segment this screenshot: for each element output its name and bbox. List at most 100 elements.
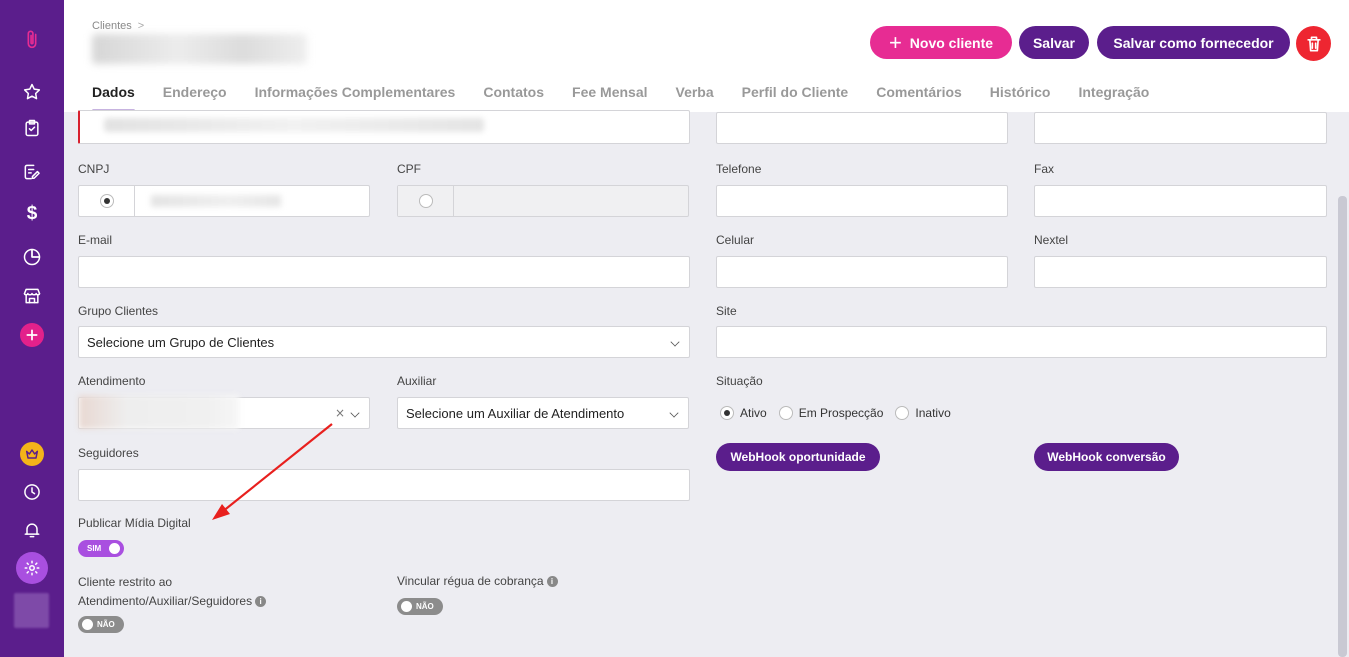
name-input[interactable]: [78, 110, 690, 144]
tab-fee-mensal[interactable]: Fee Mensal: [572, 84, 647, 112]
edit-note-icon[interactable]: [20, 160, 44, 184]
publicar-midia-toggle[interactable]: SIM: [78, 540, 124, 557]
avatar[interactable]: [14, 593, 49, 628]
cliente-restrito-label: Cliente restrito ao Atendimento/Auxiliar…: [78, 573, 267, 611]
new-client-label: Novo cliente: [909, 34, 994, 51]
toggle-knob: [109, 543, 120, 554]
redacted-value: [151, 195, 281, 207]
delete-button[interactable]: [1296, 26, 1331, 61]
seguidores-input[interactable]: [78, 469, 690, 501]
toggle-knob: [82, 619, 93, 630]
trash-icon: [1306, 36, 1321, 52]
tab-informacoes-complementares[interactable]: Informações Complementares: [255, 84, 456, 112]
page-header: Clientes > + Novo cliente Salvar Salvar c…: [64, 0, 1349, 112]
vincular-regua-toggle[interactable]: NÃO: [397, 598, 443, 615]
client-name-redacted: [92, 34, 307, 64]
tab-comentarios[interactable]: Comentários: [876, 84, 962, 112]
situacao-inativo-radio[interactable]: [895, 406, 910, 420]
email-input[interactable]: [78, 256, 690, 288]
star-icon[interactable]: [20, 80, 44, 104]
sidebar: $: [0, 0, 64, 657]
site-label: Site: [716, 304, 737, 318]
redacted-value: [104, 118, 484, 132]
tab-verba[interactable]: Verba: [676, 84, 714, 112]
toggle-text: NÃO: [416, 602, 434, 611]
chevron-down-icon: [669, 408, 679, 418]
tab-dados[interactable]: Dados: [92, 84, 135, 112]
situacao-ativo-radio[interactable]: [720, 406, 734, 420]
chevron-down-icon: [670, 337, 680, 347]
cpf-radio[interactable]: [418, 194, 433, 208]
telefone-input[interactable]: [716, 185, 1008, 217]
chevron-down-icon: [350, 408, 360, 418]
situacao-label: Situação: [716, 374, 763, 388]
atendimento-label: Atendimento: [78, 374, 146, 388]
auxiliar-label: Auxiliar: [397, 374, 437, 388]
store-icon[interactable]: [20, 284, 44, 308]
atendimento-select[interactable]: ×: [78, 395, 370, 429]
nextel-input[interactable]: [1034, 256, 1327, 288]
clock-icon[interactable]: [20, 480, 44, 504]
top-field-input-2[interactable]: [1034, 112, 1327, 144]
cnpj-field[interactable]: [78, 185, 370, 217]
new-client-button[interactable]: + Novo cliente: [870, 26, 1012, 59]
top-field-input-1[interactable]: [716, 112, 1008, 144]
vincular-regua-text: Vincular régua de cobrança: [397, 574, 544, 588]
form-content: CNPJ CPF Telefone Fax E-mail Celular Nex…: [64, 110, 1349, 657]
save-button[interactable]: Salvar: [1019, 26, 1089, 59]
fax-label: Fax: [1034, 162, 1055, 176]
auxiliar-select[interactable]: Selecione um Auxiliar de Atendimento: [397, 397, 689, 429]
fax-input[interactable]: [1034, 185, 1327, 217]
info-icon[interactable]: i: [255, 596, 267, 608]
cpf-field[interactable]: [397, 185, 689, 217]
save-as-supplier-button[interactable]: Salvar como fornecedor: [1097, 26, 1290, 59]
add-icon[interactable]: [20, 323, 44, 347]
tab-contatos[interactable]: Contatos: [483, 84, 544, 112]
settings-gear-icon[interactable]: [16, 552, 48, 584]
cpf-label: CPF: [397, 162, 421, 176]
toggle-knob: [401, 601, 412, 612]
nextel-label: Nextel: [1034, 233, 1069, 247]
auxiliar-value: Selecione um Auxiliar de Atendimento: [406, 406, 625, 421]
tab-endereco[interactable]: Endereço: [163, 84, 227, 112]
cpf-radio-box[interactable]: [398, 186, 454, 216]
clipboard-check-icon[interactable]: [20, 116, 44, 140]
celular-label: Celular: [716, 233, 755, 247]
webhook-oportunidade-button[interactable]: WebHook oportunidade: [716, 443, 880, 471]
celular-input[interactable]: [716, 256, 1008, 288]
vincular-regua-label: Vincular régua de cobrança i: [397, 574, 558, 588]
crown-icon[interactable]: [20, 442, 44, 466]
pie-chart-icon[interactable]: [20, 245, 44, 269]
tab-bar: Dados Endereço Informações Complementare…: [92, 84, 1177, 112]
publicar-midia-label: Publicar Mídia Digital: [78, 516, 191, 530]
scrollbar[interactable]: [1338, 196, 1347, 657]
clear-selection-icon[interactable]: ×: [335, 406, 345, 420]
cnpj-radio[interactable]: [99, 194, 114, 208]
cnpj-radio-box[interactable]: [79, 186, 135, 216]
cliente-restrito-line-2: Atendimento/Auxiliar/Seguidores: [78, 594, 253, 608]
cliente-restrito-line-1: Cliente restrito ao: [78, 575, 173, 589]
info-icon[interactable]: i: [546, 576, 558, 588]
webhook-conversao-button[interactable]: WebHook conversão: [1034, 443, 1179, 471]
toggle-text: NÃO: [97, 620, 115, 629]
grupo-clientes-select[interactable]: Selecione um Grupo de Clientes: [78, 326, 690, 358]
grupo-clientes-label: Grupo Clientes: [78, 304, 159, 318]
situacao-prospeccao-label[interactable]: Em Prospecção: [799, 406, 884, 420]
breadcrumb[interactable]: Clientes >: [92, 20, 144, 32]
email-label: E-mail: [78, 233, 113, 247]
tab-perfil-do-cliente[interactable]: Perfil do Cliente: [742, 84, 849, 112]
tab-historico[interactable]: Histórico: [990, 84, 1051, 112]
situacao-prospeccao-radio[interactable]: [778, 406, 793, 420]
tab-integracao[interactable]: Integração: [1078, 84, 1149, 112]
paperclip-logo-icon[interactable]: [20, 28, 44, 52]
bell-icon[interactable]: [20, 518, 44, 542]
toggle-text: SIM: [87, 544, 102, 553]
situacao-radio-group: Ativo Em Prospecção Inativo: [720, 406, 951, 420]
situacao-ativo-label[interactable]: Ativo: [740, 406, 767, 420]
site-input[interactable]: [716, 326, 1327, 358]
breadcrumb-separator: >: [137, 20, 145, 32]
breadcrumb-root[interactable]: Clientes: [92, 20, 132, 32]
dollar-icon[interactable]: $: [20, 202, 44, 226]
cliente-restrito-toggle[interactable]: NÃO: [78, 616, 124, 633]
situacao-inativo-label[interactable]: Inativo: [915, 406, 950, 420]
